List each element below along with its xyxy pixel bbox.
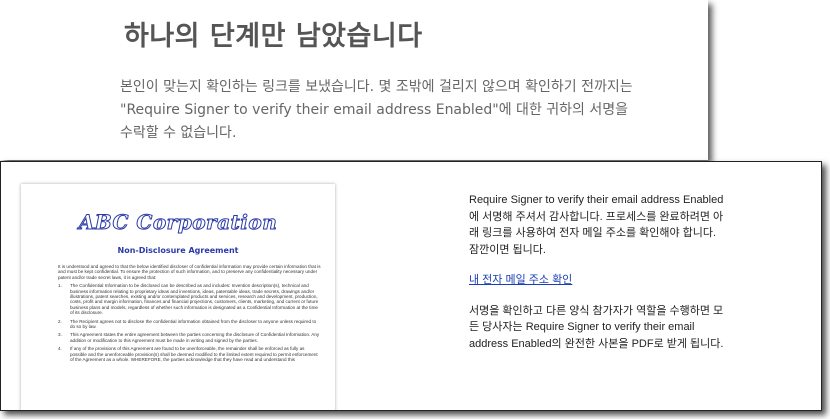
document-thumbnail: ABC Corporation Non-Disclosure Agreement… bbox=[21, 184, 335, 410]
top-message-panel: 하나의 단계만 남았습니다 본인이 맞는지 확인하는 링크를 보냈습니다. 몇 … bbox=[0, 0, 708, 160]
company-logo: ABC Corporation bbox=[78, 210, 278, 235]
copy-notice-paragraph: 서명을 확인하고 다른 양식 참가자가 역할을 수행하면 모든 당사자는 Req… bbox=[469, 304, 724, 350]
clause-text: This Agreement states the entire agreeme… bbox=[70, 332, 320, 343]
document-intro: It is understood and agreed to that the … bbox=[58, 264, 321, 280]
clause-text: The Recipient agrees not to disclose the… bbox=[70, 318, 317, 330]
document-clauses: 1. The Confidential Information to be dis… bbox=[58, 283, 322, 362]
document-clause: 2. The Recipient agrees not to disclose t… bbox=[58, 319, 322, 330]
email-preview-panel: ABC Corporation Non-Disclosure Agreement… bbox=[0, 161, 822, 411]
verify-email-link[interactable]: 내 전자 메일 주소 확인 bbox=[469, 272, 729, 289]
document-body: It is understood and agreed to that the … bbox=[58, 264, 322, 366]
email-message: Require Signer to verify their email add… bbox=[469, 192, 729, 352]
clause-number: 2. bbox=[58, 318, 62, 324]
clause-number: 4. bbox=[58, 346, 62, 352]
document-clause: 1. The Confidential Information to be dis… bbox=[58, 283, 322, 315]
document-clause: 4. If any of the provisions of this Agree… bbox=[58, 346, 322, 362]
thanks-paragraph: Require Signer to verify their email add… bbox=[469, 194, 724, 256]
clause-number: 1. bbox=[58, 283, 62, 289]
clause-text: The Confidential Information to be discl… bbox=[70, 283, 319, 316]
verification-message: 본인이 맞는지 확인하는 링크를 보냈습니다. 몇 조밖에 걸리지 않으며 확인… bbox=[120, 79, 633, 141]
clause-text: If any of the provisions of this Agreeme… bbox=[70, 346, 318, 363]
clause-number: 3. bbox=[58, 332, 62, 338]
page-title: 하나의 단계만 남았습니다 bbox=[124, 21, 423, 52]
document-heading: Non-Disclosure Agreement bbox=[117, 246, 239, 255]
document-clause: 3. This Agreement states the entire agree… bbox=[58, 332, 322, 343]
